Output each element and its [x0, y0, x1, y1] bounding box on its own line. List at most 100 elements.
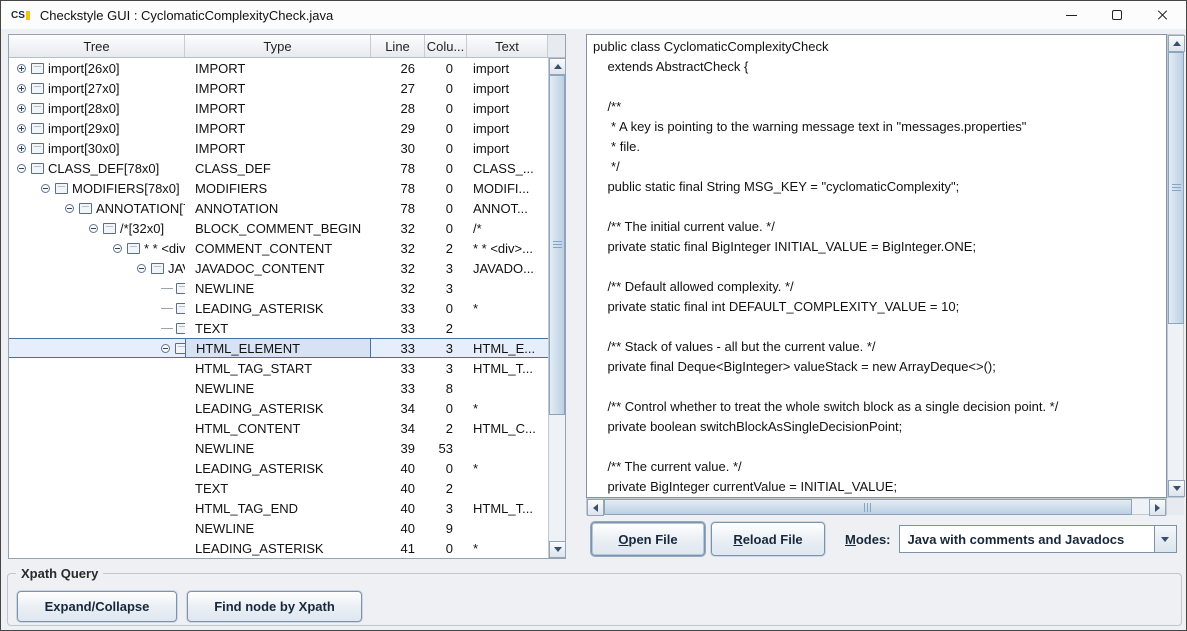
collapse-handle-icon[interactable]	[17, 164, 26, 173]
column-header-type[interactable]: Type	[185, 35, 371, 57]
tree-node-icon	[31, 63, 44, 74]
text-cell: * * <div>...	[467, 238, 548, 258]
collapse-handle-icon[interactable]	[137, 264, 146, 273]
column-cell: 3	[425, 498, 467, 518]
column-cell: 2	[425, 418, 467, 438]
code-scroll-down-arrow[interactable]	[1168, 480, 1185, 497]
type-cell: IMPORT	[185, 138, 371, 158]
split-divider[interactable]	[567, 34, 585, 559]
code-scroll-up-arrow[interactable]	[1168, 35, 1185, 52]
column-cell: 0	[425, 118, 467, 138]
table-row[interactable]: NEWLINE323	[9, 278, 548, 298]
table-row[interactable]: NEWLINE3953	[9, 438, 548, 458]
expand-handle-icon[interactable]	[17, 84, 26, 93]
table-row[interactable]: HTML_TAG_START333HTML_T...	[9, 358, 548, 378]
column-header-column[interactable]: Colu...	[425, 35, 467, 57]
code-horizontal-scrollbar[interactable]	[586, 498, 1167, 515]
code-scroll-left-arrow[interactable]	[587, 499, 604, 516]
expand-collapse-button[interactable]: Expand/Collapse	[17, 591, 177, 622]
reload-file-button[interactable]: Reload File	[711, 522, 825, 556]
text-cell: ANNOT...	[467, 198, 548, 218]
collapse-handle-icon[interactable]	[161, 344, 170, 353]
text-cell: import	[467, 58, 548, 78]
text-cell	[467, 378, 548, 398]
table-row[interactable]: LEADING_ASTERISK410*	[9, 538, 548, 558]
tree-scroll-up-arrow[interactable]	[549, 58, 566, 75]
code-scrollbar-thumb[interactable]	[1168, 52, 1184, 324]
minimize-button[interactable]	[1048, 1, 1094, 29]
table-row[interactable]: ANNOTATION[78x0]ANNOTATION780ANNOT...	[9, 198, 548, 218]
column-header-line[interactable]: Line	[371, 35, 425, 57]
tree-vertical-scrollbar[interactable]	[548, 58, 565, 558]
code-hscrollbar-thumb[interactable]	[604, 499, 1132, 515]
code-vertical-scrollbar[interactable]	[1167, 34, 1184, 498]
tree-scrollbar-thumb[interactable]	[549, 75, 565, 415]
table-row[interactable]: import[27x0]IMPORT270import	[9, 78, 548, 98]
maximize-button[interactable]	[1094, 1, 1140, 29]
code-scroll-right-arrow[interactable]	[1149, 499, 1166, 516]
arrow-down-icon	[554, 547, 562, 552]
tree-node-icon	[103, 223, 116, 234]
tree-scroll-down-arrow[interactable]	[549, 541, 566, 558]
column-cell: 0	[425, 538, 467, 558]
tree-cell	[9, 538, 185, 558]
table-row[interactable]: HTML_CONTENT342HTML_C...	[9, 418, 548, 438]
column-header-tree[interactable]: Tree	[9, 35, 185, 57]
column-cell: 0	[425, 98, 467, 118]
tree-indent	[9, 488, 185, 489]
type-cell: LEADING_ASTERISK	[185, 458, 371, 478]
tree-indent	[9, 548, 185, 549]
table-row[interactable]: * * <div>...COMMENT_CONTENT322* * <div>.…	[9, 238, 548, 258]
table-row[interactable]: NEWLINE409	[9, 518, 548, 538]
table-row[interactable]: LEADING_ASTERISK400*	[9, 458, 548, 478]
titlebar[interactable]: CS Checkstyle GUI : CyclomaticComplexity…	[1, 1, 1186, 29]
line-cell: 34	[371, 398, 425, 418]
table-row[interactable]: CLASS_DEF[78x0]CLASS_DEF780CLASS_...	[9, 158, 548, 178]
collapse-handle-icon[interactable]	[113, 244, 122, 253]
tree-cell	[9, 478, 185, 498]
code-line: private static final BigInteger INITIAL_…	[593, 237, 1166, 257]
code-line: private BigInteger currentValue = INITIA…	[593, 477, 1166, 497]
table-row[interactable]: LEADING_ASTERISK330*	[9, 298, 548, 318]
table-row[interactable]: TEXT332	[9, 318, 548, 338]
line-cell: 33	[371, 378, 425, 398]
table-row[interactable]: HTML_TAG_END403HTML_T...	[9, 498, 548, 518]
expand-handle-icon[interactable]	[17, 64, 26, 73]
collapse-handle-icon[interactable]	[89, 224, 98, 233]
find-node-button[interactable]: Find node by Xpath	[187, 591, 362, 622]
tree-connector	[161, 288, 173, 289]
expand-handle-icon[interactable]	[17, 144, 26, 153]
app-icon[interactable]: CS	[11, 10, 30, 21]
type-cell: TEXT	[185, 478, 371, 498]
table-row[interactable]: JAVADOC_CONTENTJAVADOC_CONTENT323JAVADO.…	[9, 258, 548, 278]
table-row[interactable]: import[28x0]IMPORT280import	[9, 98, 548, 118]
table-row[interactable]: NEWLINE338	[9, 378, 548, 398]
window-title: Checkstyle GUI : CyclomaticComplexityChe…	[40, 8, 333, 23]
window-controls	[1048, 1, 1186, 29]
line-cell: 78	[371, 178, 425, 198]
dropdown-arrow-button[interactable]	[1154, 526, 1176, 552]
expand-handle-icon[interactable]	[17, 104, 26, 113]
table-row[interactable]: import[26x0]IMPORT260import	[9, 58, 548, 78]
column-header-text[interactable]: Text	[467, 35, 548, 57]
ast-tree-table: Tree Type Line Colu... Text import[26x0]…	[8, 34, 566, 559]
table-row[interactable]: import[29x0]IMPORT290import	[9, 118, 548, 138]
table-row[interactable]: MODIFIERS[78x0]MODIFIERS780MODIFI...	[9, 178, 548, 198]
table-row[interactable]: LEADING_ASTERISK340*	[9, 398, 548, 418]
code-line: private final Deque<BigInteger> valueSta…	[593, 357, 1166, 377]
column-cell: 3	[425, 278, 467, 298]
collapse-handle-icon[interactable]	[41, 184, 50, 193]
code-editor[interactable]: public class CyclomaticComplexityCheck e…	[586, 34, 1167, 498]
table-row[interactable]: TEXT402	[9, 478, 548, 498]
type-cell: HTML_ELEMENT	[185, 338, 371, 358]
modes-dropdown[interactable]: Java with comments and Javadocs	[899, 525, 1177, 553]
expand-handle-icon[interactable]	[17, 124, 26, 133]
table-row[interactable]: /*[32x0]BLOCK_COMMENT_BEGIN320/*	[9, 218, 548, 238]
tree-indent	[9, 368, 185, 369]
close-button[interactable]	[1140, 1, 1186, 29]
table-row[interactable]: import[30x0]IMPORT300import	[9, 138, 548, 158]
text-cell: JAVADO...	[467, 258, 548, 278]
open-file-button[interactable]: Open File	[591, 522, 705, 556]
collapse-handle-icon[interactable]	[65, 204, 74, 213]
table-row[interactable]: HTML_ELEMENTHTML_ELEMENT333HTML_E...	[9, 338, 548, 358]
